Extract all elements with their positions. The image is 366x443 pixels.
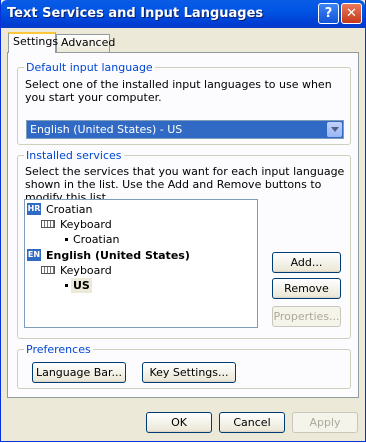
chevron-down-icon[interactable] [327,122,342,137]
title-bar[interactable]: Text Services and Input Languages ? ✕ [1,0,365,28]
properties-button[interactable]: Properties... [272,306,341,327]
default-language-select[interactable]: English (United States) - US [26,120,344,139]
preferences-heading: Preferences [24,343,93,356]
default-language-value: English (United States) - US [30,123,183,136]
help-button[interactable]: ? [318,3,339,24]
add-button[interactable]: Add... [272,252,341,273]
services-tree[interactable]: HR Croatian Keyboard Croatian EN English… [24,199,258,328]
ok-button[interactable]: OK [146,412,212,433]
language-flag-icon: HR [27,203,41,215]
tree-item-label: Croatian [73,233,120,246]
dialog-window: Text Services and Input Languages ? ✕ Se… [0,0,366,442]
language-bar-button[interactable]: Language Bar... [32,362,126,383]
keyboard-icon [41,266,55,274]
default-language-group: Default input language Select one of the… [17,61,351,145]
tab-advanced[interactable]: Advanced [56,34,115,52]
tree-item-label: Keyboard [60,218,112,231]
tab-settings[interactable]: Settings [8,32,58,53]
tree-item-label: Croatian [46,203,93,216]
tree-item-label: Keyboard [60,264,112,277]
installed-services-heading: Installed services [24,149,124,162]
key-settings-button[interactable]: Key Settings... [142,362,236,383]
keyboard-icon [41,220,55,228]
window-title: Text Services and Input Languages [7,6,264,21]
language-flag-icon: EN [27,249,41,261]
settings-panel: Default input language Select one of the… [7,52,359,398]
tree-item-label: US [71,278,92,293]
tree-item-label: English (United States) [46,249,190,262]
bullet-icon [65,238,68,241]
close-button[interactable]: ✕ [341,3,362,24]
preferences-group: Preferences Language Bar... Key Settings… [17,343,351,389]
cancel-button[interactable]: Cancel [219,412,285,433]
remove-button[interactable]: Remove [272,278,341,299]
default-language-description: Select one of the installed input langua… [25,78,332,104]
installed-services-group: Installed services Select the services t… [17,149,351,339]
bullet-icon [65,284,68,287]
apply-button[interactable]: Apply [292,412,358,433]
default-language-heading: Default input language [24,61,155,74]
